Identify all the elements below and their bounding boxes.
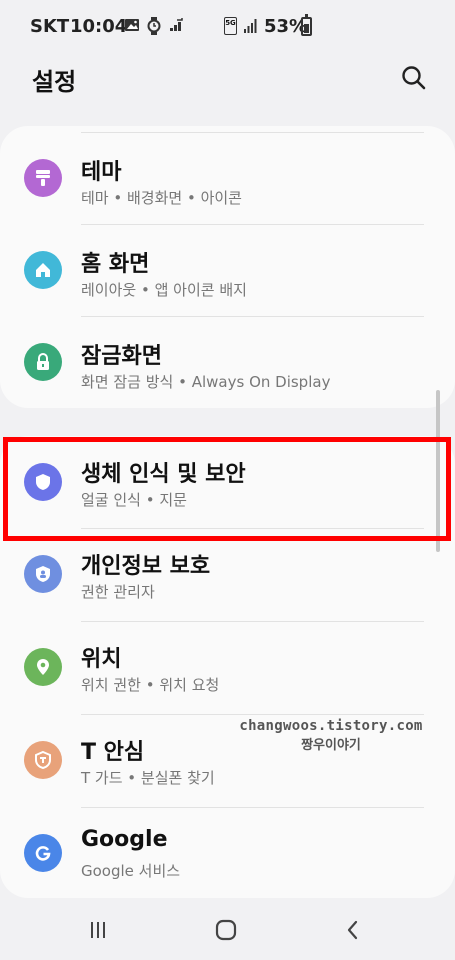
item-title: 위치 [81,647,122,672]
item-subtitle: 얼굴 인식 • 지문 [81,491,187,509]
battery-icon [301,14,312,36]
item-title: 홈 화면 [81,252,150,277]
settings-card-display: 테마 테마 • 배경화면 • 아이콘 홈 화면 레이아웃 • 앱 아이콘 배지 … [0,126,455,408]
google-icon [24,834,62,872]
settings-item-google[interactable]: Google Google 서비스 [0,807,455,899]
settings-item-privacy[interactable]: 개인정보 보호 권한 관리자 [0,528,455,620]
notification-icons [124,17,184,35]
item-title: Google [81,827,168,852]
settings-item-biometrics-security[interactable]: 생체 인식 및 보안 얼굴 인식 • 지문 [0,436,455,528]
item-subtitle: 권한 관리자 [81,583,155,601]
item-subtitle: 레이아웃 • 앱 아이콘 배지 [81,281,247,299]
settings-card-security: 생체 인식 및 보안 얼굴 인식 • 지문 개인정보 보호 권한 관리자 위치 … [0,436,455,898]
home-button[interactable] [206,912,246,948]
page-title: 설정 [32,68,77,96]
carrier-label: SKT [30,16,70,37]
lock-icon [24,343,62,381]
watermark-name: 짱우이야기 [301,738,361,753]
cell-signal-icon [244,19,257,33]
theme-brush-icon [24,159,62,197]
scrollbar[interactable] [436,390,440,552]
item-subtitle: 화면 잠금 방식 • Always On Display [81,373,331,391]
shield-icon [24,463,62,501]
privacy-shield-icon [24,555,62,593]
item-title: 테마 [81,160,122,185]
item-subtitle: 위치 권한 • 위치 요청 [81,676,220,694]
recent-apps-icon [91,922,105,938]
status-bar: SKT 10:04 5G 53% [0,0,455,56]
network-type-label: 5G [225,19,236,27]
item-subtitle: T 가드 • 분실폰 찾기 [81,769,215,787]
item-title: 잠금화면 [81,344,162,369]
home-icon [24,251,62,289]
t-guard-icon [24,741,62,779]
connectivity-icons: 5G [224,17,257,35]
item-subtitle: 테마 • 배경화면 • 아이콘 [81,189,242,207]
signal-sync-icon [170,18,183,31]
search-button[interactable] [398,62,430,94]
back-button[interactable] [333,912,373,948]
recent-apps-button[interactable] [78,912,118,948]
watermark-url: changwoos.tistory.com [239,718,423,734]
settings-item-theme[interactable]: 테마 테마 • 배경화면 • 아이콘 [0,132,455,224]
navigation-bar [0,900,455,960]
search-icon [402,66,426,90]
gallery-icon [125,19,139,31]
item-title: T 안심 [81,740,145,765]
watch-icon [147,17,161,35]
network-type-icon: 5G [224,17,237,35]
clock: 10:04 [70,16,128,37]
item-subtitle: Google 서비스 [81,862,181,880]
settings-item-home-screen[interactable]: 홈 화면 레이아웃 • 앱 아이콘 배지 [0,224,455,316]
item-title: 생체 인식 및 보안 [81,462,246,487]
location-pin-icon [24,648,62,686]
item-title: 개인정보 보호 [81,554,211,579]
settings-item-lock-screen[interactable]: 잠금화면 화면 잠금 방식 • Always On Display [0,316,455,408]
home-nav-icon [215,919,237,941]
settings-item-location[interactable]: 위치 위치 권한 • 위치 요청 [0,621,455,713]
back-icon [347,920,358,940]
settings-screen: SKT 10:04 5G 53% 설정 테마 테마 • 배경화면 • 아이콘 홈… [0,0,455,960]
watermark: changwoos.tistory.com 짱우이야기 [236,718,426,753]
